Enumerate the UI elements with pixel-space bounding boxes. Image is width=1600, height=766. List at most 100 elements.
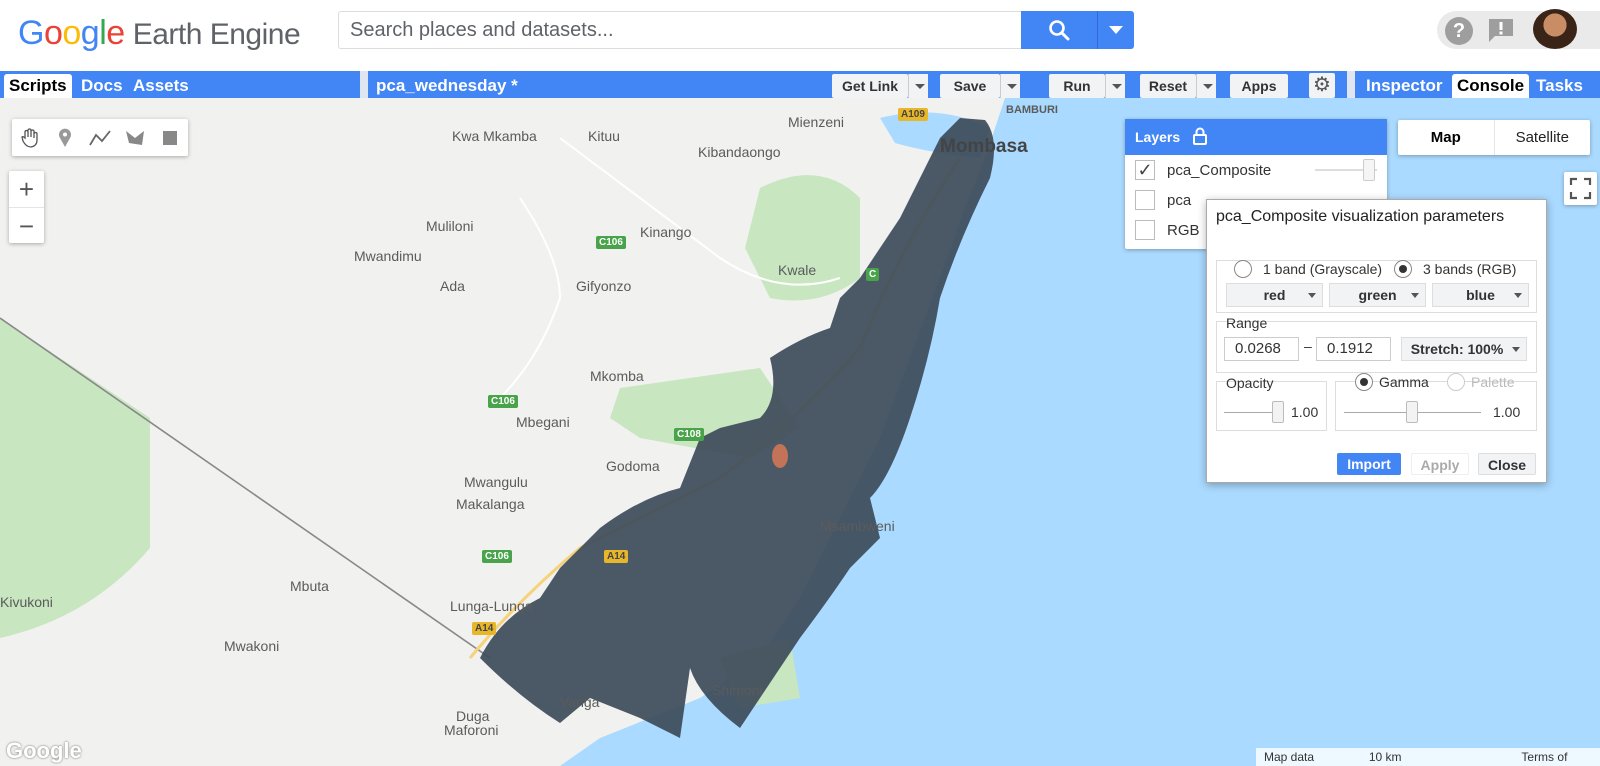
- map-label: Mbegani: [516, 414, 570, 430]
- layer-row[interactable]: ✓ pca_Composite: [1125, 155, 1387, 185]
- scale-bar[interactable]: 10 km: [1361, 748, 1514, 766]
- map-type-satellite-button[interactable]: Satellite: [1493, 120, 1591, 155]
- logo-product: Earth Engine: [132, 18, 301, 51]
- map-label: Mwakoni: [224, 638, 280, 654]
- close-button[interactable]: Close: [1478, 453, 1536, 475]
- map-label: Mkomba: [590, 368, 644, 384]
- tab-docs[interactable]: Docs: [76, 74, 128, 98]
- save-dropdown[interactable]: [1000, 74, 1020, 98]
- opacity-value: 1.00: [1291, 404, 1319, 420]
- layer-name: pca: [1167, 191, 1192, 209]
- layer-checkbox[interactable]: [1135, 190, 1155, 210]
- map-label: Shimoni: [712, 682, 763, 698]
- map-type-map-button[interactable]: Map: [1398, 120, 1494, 155]
- feedback-icon[interactable]: [1487, 17, 1515, 43]
- avatar[interactable]: [1533, 9, 1577, 49]
- map-label: Kibandaongo: [698, 144, 781, 160]
- rgb-mode-label: 3 bands (RGB): [1423, 261, 1517, 277]
- save-button[interactable]: Save: [940, 74, 1000, 98]
- layer-name: RGB: [1167, 221, 1200, 239]
- map-label: Mwandimu: [354, 248, 422, 264]
- marker-icon[interactable]: [47, 119, 82, 156]
- map-label: Mombasa: [940, 136, 1028, 157]
- blue-band-select[interactable]: blue: [1432, 283, 1529, 307]
- drawing-tools: [12, 119, 188, 156]
- range-min-input[interactable]: 0.0268: [1224, 337, 1299, 361]
- tab-scripts[interactable]: Scripts: [4, 74, 72, 98]
- map-type-control: Map Satellite: [1398, 120, 1590, 155]
- map-label: Mienzeni: [788, 114, 845, 130]
- line-draw-icon[interactable]: [82, 119, 117, 156]
- lock-icon[interactable]: [1192, 127, 1208, 145]
- pan-hand-icon[interactable]: [12, 119, 47, 156]
- red-band-select[interactable]: red: [1226, 283, 1323, 307]
- tab-console[interactable]: Console: [1452, 74, 1530, 98]
- map-label: Makalanga: [456, 496, 525, 512]
- run-button[interactable]: Run: [1049, 74, 1105, 98]
- map-label: Ada: [440, 278, 465, 294]
- palette-label: Palette: [1471, 374, 1515, 390]
- google-watermark: Google: [6, 738, 82, 763]
- zoom-control: + −: [9, 171, 44, 243]
- layer-checkbox-checked[interactable]: ✓: [1135, 160, 1155, 180]
- apply-button[interactable]: Apply: [1411, 453, 1469, 475]
- import-button[interactable]: Import: [1337, 453, 1401, 475]
- map-label: Mwangulu: [464, 474, 528, 490]
- opacity-slider[interactable]: [1272, 401, 1284, 423]
- map-label: Kituu: [588, 128, 620, 144]
- range-max-input[interactable]: 0.1912: [1316, 337, 1391, 361]
- search-options-dropdown[interactable]: [1097, 11, 1134, 49]
- map-label: Kivukoni: [0, 594, 53, 610]
- road-shield: A14: [472, 622, 497, 635]
- apps-button[interactable]: Apps: [1230, 74, 1288, 98]
- opacity-label: Opacity: [1226, 375, 1274, 391]
- help-icon[interactable]: ?: [1445, 17, 1473, 45]
- road-shield: C108: [674, 428, 704, 441]
- map-label: Kinango: [640, 224, 692, 240]
- gamma-radio[interactable]: [1355, 373, 1373, 391]
- palette-radio[interactable]: [1447, 373, 1465, 391]
- top-header: Google Earth Engine Search places and da…: [0, 0, 1600, 68]
- stretch-select[interactable]: Stretch: 100%: [1401, 337, 1527, 361]
- gamma-value: 1.00: [1493, 404, 1521, 420]
- search-button[interactable]: [1021, 11, 1097, 49]
- road-shield: C106: [596, 236, 626, 249]
- get-link-dropdown[interactable]: [908, 74, 928, 98]
- map-attribution: Map data ©2021 10 km Terms of Use: [1256, 748, 1600, 766]
- tab-tasks[interactable]: Tasks: [1531, 74, 1588, 98]
- polygon-draw-icon[interactable]: [117, 119, 152, 156]
- map-data-credit[interactable]: Map data ©2021: [1256, 748, 1361, 766]
- reset-button[interactable]: Reset: [1140, 74, 1196, 98]
- get-link-button[interactable]: Get Link: [832, 74, 908, 98]
- visualization-params-dialog: pca_Composite visualization parameters 1…: [1206, 199, 1547, 483]
- zoom-in-button[interactable]: +: [9, 171, 44, 207]
- map-label: Lunga-Lunga: [450, 598, 533, 614]
- panel-resize-handle-right[interactable]: [1347, 71, 1355, 98]
- layer-opacity-slider[interactable]: [1363, 159, 1375, 181]
- script-name: pca_wednesday *: [376, 76, 518, 95]
- chevron-down-icon: [1109, 26, 1123, 34]
- fullscreen-icon: [1569, 177, 1592, 200]
- map-label: Gifyonzo: [576, 278, 632, 294]
- fullscreen-button[interactable]: [1564, 172, 1597, 205]
- tab-assets[interactable]: Assets: [128, 74, 194, 98]
- tab-inspector[interactable]: Inspector: [1361, 74, 1448, 98]
- terms-link[interactable]: Terms of Use: [1513, 748, 1600, 766]
- green-band-select[interactable]: green: [1329, 283, 1426, 307]
- logo-google: Google: [18, 14, 125, 52]
- logo[interactable]: Google Earth Engine: [18, 14, 301, 54]
- run-dropdown[interactable]: [1105, 74, 1125, 98]
- panel-resize-handle[interactable]: [360, 71, 368, 98]
- layer-checkbox[interactable]: [1135, 220, 1155, 240]
- reset-dropdown[interactable]: [1196, 74, 1216, 98]
- gear-icon[interactable]: ⚙: [1309, 73, 1335, 98]
- zoom-out-button[interactable]: −: [9, 207, 44, 243]
- gamma-slider[interactable]: [1406, 401, 1418, 423]
- road-shield: C106: [488, 395, 518, 408]
- grayscale-mode-radio[interactable]: [1234, 260, 1252, 278]
- rectangle-draw-icon[interactable]: [152, 119, 187, 156]
- layers-header[interactable]: Layers: [1125, 119, 1387, 155]
- rgb-mode-radio[interactable]: [1394, 260, 1412, 278]
- search-input[interactable]: Search places and datasets...: [338, 11, 1022, 49]
- gamma-label: Gamma: [1379, 374, 1429, 390]
